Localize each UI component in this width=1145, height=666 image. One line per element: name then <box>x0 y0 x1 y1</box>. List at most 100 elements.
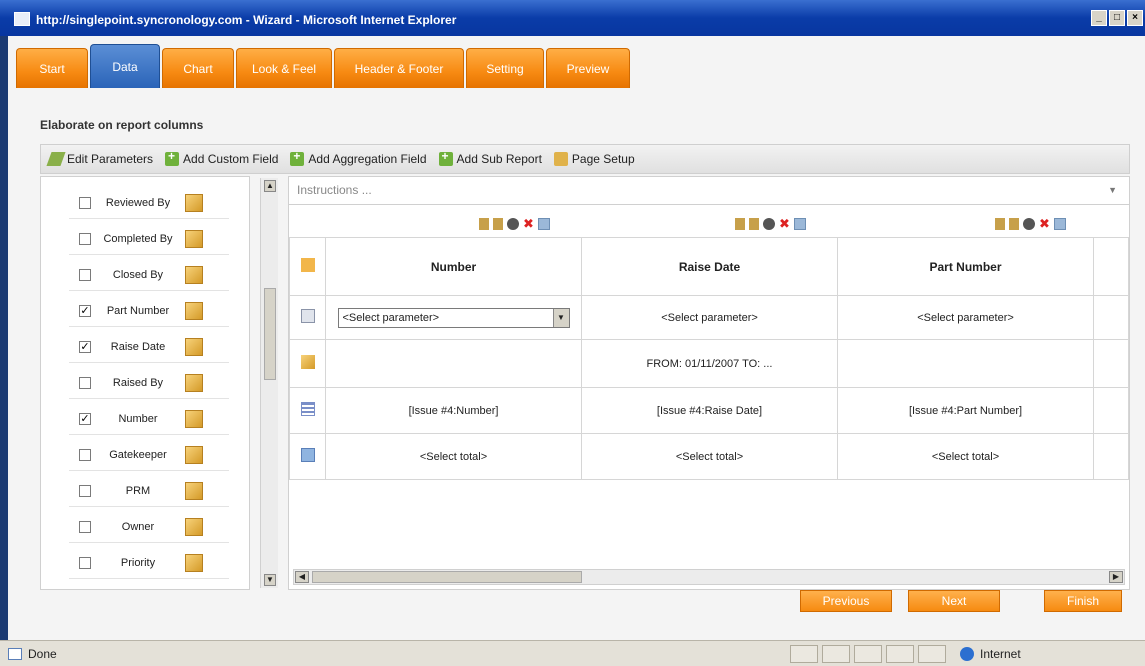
column-checkbox[interactable] <box>79 448 91 461</box>
column-properties-icon[interactable] <box>185 193 203 212</box>
grid-filler-cell <box>1093 339 1129 388</box>
tab-setting[interactable]: Setting <box>466 48 544 88</box>
column-checkbox[interactable] <box>79 268 91 281</box>
edit-parameters-button[interactable]: Edit Parameters <box>46 152 153 166</box>
column-properties-icon[interactable] <box>185 265 203 284</box>
column-properties-icon[interactable] <box>185 445 203 464</box>
filter-row: FROM: 01/11/2007 TO: ... <box>289 339 1129 388</box>
header-row-icon-cell <box>289 237 326 296</box>
column-checkbox[interactable]: ✓ <box>79 412 91 425</box>
sort-icon[interactable] <box>995 218 1005 230</box>
detail-cell-number[interactable]: [Issue #4:Number] <box>325 387 582 434</box>
columns-list-scrollbar[interactable]: ▲ ▼ <box>260 178 278 588</box>
close-button[interactable]: × <box>1127 10 1143 26</box>
column-header-number[interactable]: Number <box>325 237 582 296</box>
tab-chart[interactable]: Chart <box>162 48 234 88</box>
tab-header-footer[interactable]: Header & Footer <box>334 48 464 88</box>
column-properties-icon[interactable] <box>185 373 203 392</box>
column-checkbox[interactable]: ✓ <box>79 304 91 317</box>
add-custom-field-button[interactable]: Add Custom Field <box>165 149 278 166</box>
scroll-up-arrow-icon[interactable]: ▲ <box>264 180 276 192</box>
delete-icon[interactable]: ✖ <box>1039 217 1050 230</box>
grid-filler-cell <box>1093 433 1129 480</box>
filter-cell-raise-date[interactable]: FROM: 01/11/2007 TO: ... <box>581 339 838 388</box>
total-cell-part-number[interactable]: <Select total> <box>837 433 1094 480</box>
chevron-down-icon[interactable]: ▼ <box>1108 185 1117 195</box>
sort-desc-icon[interactable] <box>1009 218 1019 230</box>
column-list-item[interactable]: Gatekeeper <box>69 439 229 471</box>
column-properties-icon[interactable] <box>185 229 203 248</box>
parameter-cell-part-number[interactable]: <Select parameter> <box>837 295 1094 340</box>
column-list-item[interactable]: ✓ Raise Date <box>69 331 229 363</box>
column-checkbox[interactable]: ✓ <box>79 340 91 353</box>
column-list-item[interactable]: Priority <box>69 547 229 579</box>
scroll-thumb[interactable] <box>312 571 582 583</box>
add-icon <box>290 149 305 166</box>
minimize-button[interactable]: _ <box>1091 10 1107 26</box>
column-checkbox[interactable] <box>79 376 91 389</box>
column-list-item[interactable]: Closed By <box>69 259 229 291</box>
column-checkbox[interactable] <box>79 520 91 533</box>
column-properties-icon[interactable] <box>185 517 203 536</box>
sort-desc-icon[interactable] <box>493 218 503 230</box>
column-list-item[interactable]: Completed By <box>69 223 229 255</box>
column-properties-icon[interactable] <box>185 481 203 500</box>
next-button[interactable]: Next <box>908 590 1000 612</box>
delete-icon[interactable]: ✖ <box>523 217 534 230</box>
filter-cell-part-number[interactable] <box>837 339 1094 388</box>
scroll-thumb[interactable] <box>264 288 276 380</box>
maximize-button[interactable]: □ <box>1109 10 1125 26</box>
column-header-part-number[interactable]: Part Number <box>837 237 1094 296</box>
column-list-item[interactable]: ✓ Number <box>69 403 229 435</box>
status-segment <box>886 645 914 663</box>
previous-button[interactable]: Previous <box>800 590 892 612</box>
parameter-cell-raise-date[interactable]: <Select parameter> <box>581 295 838 340</box>
properties-icon[interactable] <box>537 218 550 230</box>
properties-icon[interactable] <box>1053 218 1066 230</box>
column-properties-icon[interactable] <box>185 337 203 356</box>
eye-icon[interactable] <box>1023 218 1035 230</box>
parameter-select[interactable]: <Select parameter> ▼ <box>337 307 570 328</box>
column-properties-icon[interactable] <box>185 409 203 428</box>
column-properties-icon[interactable] <box>185 553 203 572</box>
finish-button[interactable]: Finish <box>1044 590 1122 612</box>
column-checkbox[interactable] <box>79 232 91 245</box>
chevron-down-icon[interactable]: ▼ <box>552 308 569 327</box>
scroll-right-arrow-icon[interactable]: ▶ <box>1109 571 1123 583</box>
tab-data[interactable]: Data <box>90 44 160 88</box>
instructions-field[interactable]: Instructions ... ▼ <box>289 177 1129 205</box>
column-list-item[interactable]: Reviewed By <box>69 187 229 219</box>
page-setup-button[interactable]: Page Setup <box>553 152 635 166</box>
column-checkbox[interactable] <box>79 484 91 497</box>
sort-desc-icon[interactable] <box>749 218 759 230</box>
sort-icon[interactable] <box>735 218 745 230</box>
scroll-down-arrow-icon[interactable]: ▼ <box>264 574 276 586</box>
add-aggregation-field-button[interactable]: Add Aggregation Field <box>290 149 427 166</box>
eye-icon[interactable] <box>507 218 519 230</box>
detail-cell-part-number[interactable]: [Issue #4:Part Number] <box>837 387 1094 434</box>
eye-icon[interactable] <box>763 218 775 230</box>
add-sub-report-button[interactable]: Add Sub Report <box>438 149 542 166</box>
column-checkbox[interactable] <box>79 556 91 569</box>
total-cell-raise-date[interactable]: <Select total> <box>581 433 838 480</box>
grid-horizontal-scrollbar[interactable]: ◀ ▶ <box>293 569 1125 585</box>
column-header-raise-date[interactable]: Raise Date <box>581 237 838 296</box>
column-properties-icon[interactable] <box>185 301 203 320</box>
detail-cell-raise-date[interactable]: [Issue #4:Raise Date] <box>581 387 838 434</box>
column-list-item[interactable]: Owner <box>69 511 229 543</box>
status-segment <box>822 645 850 663</box>
properties-icon[interactable] <box>793 218 806 230</box>
delete-icon[interactable]: ✖ <box>779 217 790 230</box>
column-checkbox[interactable] <box>79 196 91 209</box>
status-text: Done <box>28 647 57 661</box>
filter-cell-number[interactable] <box>325 339 582 388</box>
tab-preview[interactable]: Preview <box>546 48 630 88</box>
total-cell-number[interactable]: <Select total> <box>325 433 582 480</box>
tab-look-and-feel[interactable]: Look & Feel <box>236 48 332 88</box>
column-list-item[interactable]: PRM <box>69 475 229 507</box>
sort-icon[interactable] <box>479 218 489 230</box>
scroll-left-arrow-icon[interactable]: ◀ <box>295 571 309 583</box>
column-list-item[interactable]: ✓ Part Number <box>69 295 229 327</box>
tab-start[interactable]: Start <box>16 48 88 88</box>
column-list-item[interactable]: Raised By <box>69 367 229 399</box>
